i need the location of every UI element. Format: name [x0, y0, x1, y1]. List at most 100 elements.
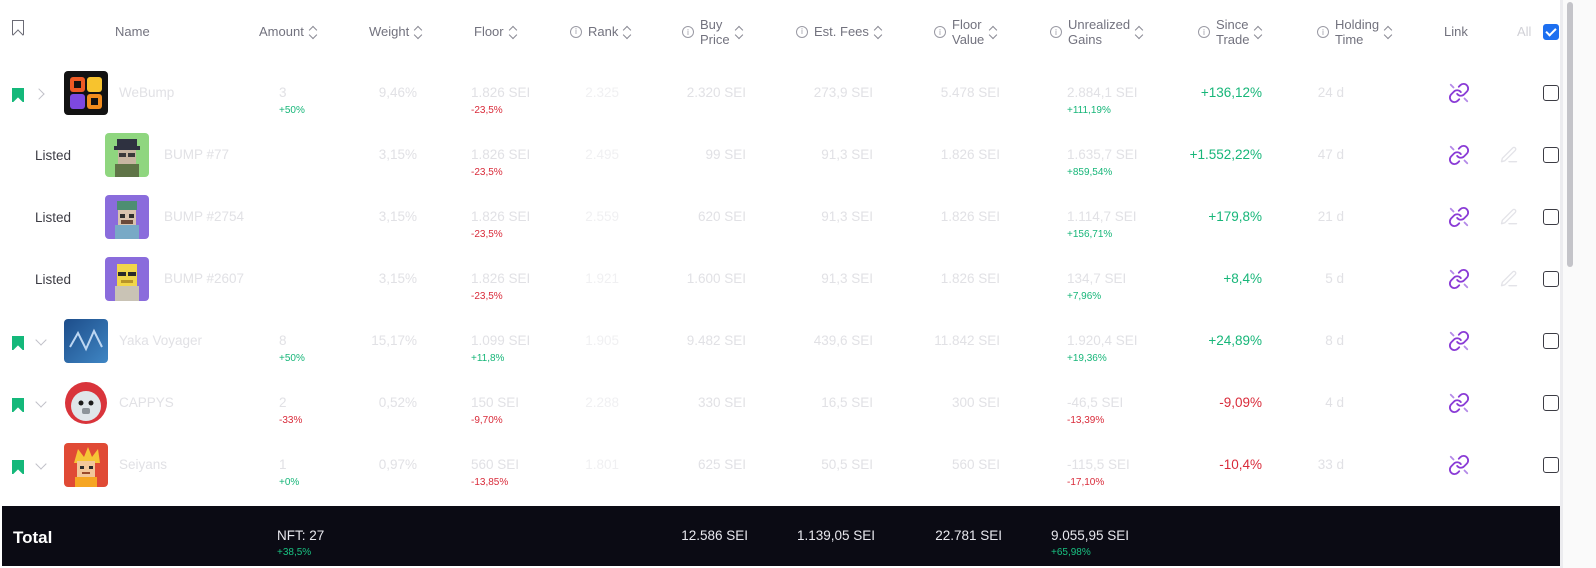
- info-icon[interactable]: i: [796, 25, 808, 38]
- col-floor-value[interactable]: i Floor Value: [934, 17, 998, 47]
- nft-name[interactable]: BUMP #2754: [164, 209, 244, 225]
- amount: 8: [279, 333, 287, 348]
- row-checkbox[interactable]: [1543, 209, 1559, 225]
- row-checkbox[interactable]: [1543, 271, 1559, 287]
- info-icon[interactable]: i: [1198, 26, 1210, 38]
- table-row[interactable]: Listed BUMP #2754 3,15% 1.826 SEI -23,5% 2.55…: [0, 186, 1560, 248]
- sort-icon[interactable]: [1254, 25, 1263, 40]
- rank: 2.288: [585, 395, 619, 410]
- sort-icon[interactable]: [1383, 25, 1393, 40]
- floor-change: -13,85%: [471, 477, 509, 488]
- unrealized-gains: -115,5 SEI: [1067, 457, 1130, 472]
- col-rank[interactable]: i Rank: [570, 24, 632, 39]
- col-holding-time[interactable]: i Holding Time: [1317, 17, 1393, 47]
- sort-icon[interactable]: [508, 25, 517, 39]
- buy-price: 330 SEI: [697, 395, 746, 410]
- nft-thumbnail: [105, 133, 149, 177]
- bookmark-icon[interactable]: [12, 460, 24, 474]
- weight: 0,52%: [378, 395, 417, 410]
- since-trade: +1.552,22%: [1189, 147, 1262, 162]
- table-row[interactable]: Listed BUMP #77 3,15% 1.826 SEI -23,5% 2.495 9…: [0, 124, 1560, 186]
- row-checkbox[interactable]: [1543, 147, 1559, 163]
- nft-name[interactable]: BUMP #2607: [164, 271, 244, 287]
- chevron-icon[interactable]: [35, 458, 47, 470]
- link-icon[interactable]: [1448, 392, 1470, 414]
- chevron-icon[interactable]: [35, 334, 47, 346]
- sort-icon[interactable]: [413, 25, 423, 39]
- est-fees: 50,5 SEI: [821, 457, 873, 472]
- collection-thumbnail: [64, 381, 108, 425]
- info-icon[interactable]: i: [1050, 26, 1062, 38]
- collection-thumbnail: [64, 443, 108, 487]
- bookmark-icon[interactable]: [12, 336, 24, 350]
- table-row[interactable]: Yaka Voyager 8 +50% 15,17% 1.099 SEI +11,8% 1.…: [0, 310, 1560, 372]
- link-icon[interactable]: [1448, 454, 1470, 476]
- nft-name[interactable]: BUMP #77: [164, 147, 229, 163]
- bookmark-icon[interactable]: [12, 88, 24, 102]
- rank: 2.495: [585, 147, 619, 162]
- link-icon[interactable]: [1448, 206, 1470, 228]
- sort-icon[interactable]: [734, 25, 743, 40]
- link-icon[interactable]: [1448, 82, 1470, 104]
- select-all-checkbox[interactable]: [1543, 24, 1559, 40]
- rank: 1.905: [585, 333, 619, 348]
- col-weight[interactable]: Weight: [369, 24, 423, 39]
- total-buy-price: 12.586 SEI: [681, 528, 748, 543]
- est-fees: 91,3 SEI: [821, 147, 873, 162]
- sort-icon[interactable]: [873, 25, 883, 39]
- amount-change: +50%: [279, 105, 305, 116]
- col-name[interactable]: Name: [115, 24, 150, 39]
- link-icon[interactable]: [1448, 268, 1470, 290]
- edit-icon[interactable]: [1499, 145, 1519, 165]
- bookmark-icon[interactable]: [12, 398, 24, 412]
- amount: 2: [279, 395, 287, 410]
- chevron-icon[interactable]: [35, 396, 47, 408]
- unrealized-gains: 134,7 SEI: [1067, 271, 1127, 286]
- sort-icon[interactable]: [308, 25, 318, 39]
- unrealized-gains-pct: -17,10%: [1067, 477, 1105, 488]
- col-unrealized-gains[interactable]: i Unrealized Gains: [1050, 17, 1144, 47]
- table-row[interactable]: Listed BUMP #2607 3,15% 1.826 SEI -23,5% 1.92…: [0, 248, 1560, 310]
- table-row[interactable]: Seiyans 1 +0% 0,97% 560 SEI -13,85% 1.801 625 S…: [0, 434, 1560, 496]
- scrollbar-thumb[interactable]: [1567, 2, 1573, 267]
- total-bar: Total NFT: 27 +38,5% 12.586 SEI 1.139,05…: [2, 506, 1560, 566]
- sort-icon[interactable]: [623, 25, 632, 39]
- listed-badge: Listed: [35, 148, 72, 163]
- floor: 1.826 SEI: [471, 271, 531, 286]
- row-checkbox[interactable]: [1543, 85, 1559, 101]
- listed-badge: Listed: [35, 210, 72, 225]
- collection-name[interactable]: Yaka Voyager: [119, 333, 202, 349]
- info-icon[interactable]: i: [934, 26, 946, 38]
- info-icon[interactable]: i: [570, 25, 582, 38]
- col-est-fees[interactable]: i Est. Fees: [796, 24, 883, 39]
- scrollbar[interactable]: [1563, 0, 1596, 568]
- row-checkbox[interactable]: [1543, 457, 1559, 473]
- collection-name[interactable]: WeBump: [119, 85, 174, 101]
- col-amount[interactable]: Amount: [259, 24, 318, 39]
- sort-icon[interactable]: [1134, 25, 1144, 40]
- chevron-icon[interactable]: [33, 88, 45, 100]
- link-icon[interactable]: [1448, 144, 1470, 166]
- edit-icon[interactable]: [1499, 269, 1519, 289]
- sort-icon[interactable]: [989, 25, 998, 40]
- unrealized-gains: 1.920,4 SEI: [1067, 333, 1138, 348]
- bookmark-filter-icon[interactable]: [12, 20, 24, 35]
- floor-change: -23,5%: [471, 229, 503, 240]
- holding-time: 33 d: [1317, 457, 1344, 472]
- collection-name[interactable]: Seiyans: [119, 457, 167, 473]
- row-checkbox[interactable]: [1543, 395, 1559, 411]
- table-row[interactable]: WeBump 3 +50% 9,46% 1.826 SEI -23,5% 2.325 2.32…: [0, 62, 1560, 124]
- info-icon[interactable]: i: [682, 26, 694, 38]
- row-checkbox[interactable]: [1543, 333, 1559, 349]
- since-trade: +136,12%: [1200, 85, 1262, 100]
- col-buy-price[interactable]: i Buy Price: [682, 17, 743, 47]
- total-nft-change: +38,5%: [277, 547, 312, 558]
- col-floor[interactable]: Floor: [474, 24, 517, 39]
- col-since-trade[interactable]: i Since Trade: [1198, 17, 1263, 47]
- collection-name[interactable]: CAPPYS: [119, 395, 174, 411]
- edit-icon[interactable]: [1499, 207, 1519, 227]
- floor: 1.826 SEI: [471, 147, 531, 162]
- info-icon[interactable]: i: [1317, 26, 1329, 38]
- link-icon[interactable]: [1448, 330, 1470, 352]
- table-row[interactable]: CAPPYS 2 -33% 0,52% 150 SEI -9,70% 2.288 330 SE…: [0, 372, 1560, 434]
